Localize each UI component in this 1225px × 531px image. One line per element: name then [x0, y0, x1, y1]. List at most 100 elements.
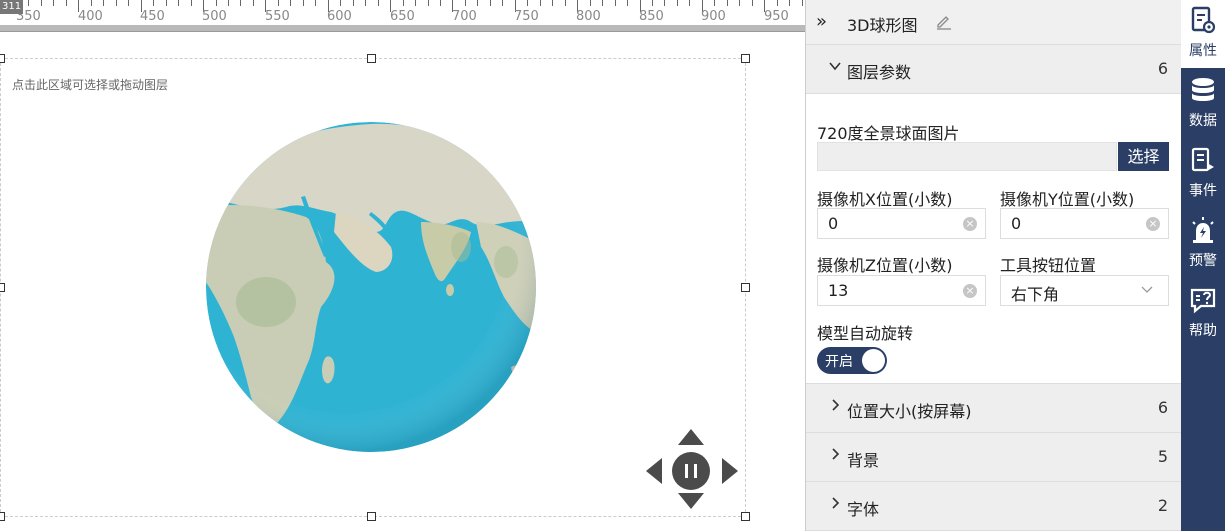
section-label: 位置大小(按屏幕) — [847, 402, 972, 421]
section-label: 图层参数 — [847, 63, 912, 82]
layer-params-body: 720度全景球面图片 选择 摄像机X位置(小数) 0 × 摄像机Y位置(小数) … — [806, 94, 1181, 384]
tool-position-value: 右下角 — [1011, 285, 1060, 304]
ruler-tick — [602, 0, 603, 6]
design-canvas[interactable]: 350 400 450 500 550 600 650 700 750 800 … — [0, 0, 805, 531]
nav-item-help[interactable]: 帮助 — [1181, 280, 1225, 348]
section-background[interactable]: 背景 5 — [806, 433, 1181, 482]
ruler-tick — [153, 0, 154, 6]
ruler-tick — [315, 0, 316, 6]
resize-handle-top-left[interactable] — [0, 54, 5, 63]
ruler-label: 400 — [78, 9, 103, 24]
ruler-tick — [66, 0, 67, 6]
chevron-down-icon — [1141, 286, 1153, 293]
horizontal-ruler: 350 400 450 500 550 600 650 700 750 800 … — [0, 0, 805, 32]
camera-z-input[interactable]: 13 × — [817, 275, 986, 306]
ruler-tick — [415, 0, 416, 6]
ruler-label: 650 — [390, 9, 415, 24]
alarm-icon — [1192, 217, 1214, 243]
ruler-label: 600 — [327, 9, 352, 24]
clear-icon[interactable]: × — [963, 217, 977, 231]
app-window: 350 400 450 500 550 600 650 700 750 800 … — [0, 0, 1225, 531]
image-select-button[interactable]: 选择 — [1118, 142, 1169, 171]
resize-handle-right[interactable] — [741, 283, 750, 292]
camera-x-value: 0 — [828, 214, 839, 233]
ruler-tick — [253, 0, 254, 6]
auto-rotate-label: 模型自动旋转 — [817, 324, 914, 343]
section-label: 字体 — [847, 500, 880, 519]
camera-x-input[interactable]: 0 × — [817, 208, 986, 239]
resize-handle-top-right[interactable] — [741, 54, 750, 63]
clear-icon[interactable]: × — [963, 284, 977, 298]
pencil-icon[interactable] — [935, 12, 953, 30]
collapse-panel-icon[interactable]: » — [816, 11, 827, 32]
ruler-label: 800 — [576, 9, 601, 24]
chevron-right-icon — [832, 399, 840, 411]
ruler-tick — [689, 0, 690, 6]
canvas-hint-text: 点击此区域可选择或拖动图层 — [12, 78, 169, 92]
image-label: 720度全景球面图片 — [817, 124, 960, 143]
ruler-label: 900 — [701, 9, 726, 24]
earth-globe[interactable] — [206, 122, 536, 452]
nav-item-alarm[interactable]: 预警 — [1181, 210, 1225, 278]
nav-label: 预警 — [1189, 253, 1217, 269]
resize-handle-bottom-right[interactable] — [741, 512, 750, 521]
resize-handle-bottom-left[interactable] — [0, 512, 5, 521]
toggle-knob — [862, 349, 885, 372]
ruler-scroll-bar[interactable] — [0, 25, 805, 31]
section-font[interactable]: 字体 2 — [806, 482, 1181, 531]
nav-item-properties[interactable]: 属性 — [1181, 0, 1225, 68]
pause-icon — [685, 464, 688, 478]
ruler-tick — [440, 0, 441, 6]
nav-label: 属性 — [1189, 43, 1217, 59]
ruler-tick — [739, 0, 740, 6]
ruler-tick — [540, 0, 541, 6]
nav-item-event[interactable]: 事件 — [1181, 140, 1225, 208]
right-arrow-icon[interactable] — [722, 458, 738, 484]
clear-icon[interactable]: × — [1146, 217, 1160, 231]
resize-handle-top[interactable] — [367, 54, 376, 63]
ruler-tick — [378, 0, 379, 6]
section-count: 6 — [1157, 59, 1168, 78]
left-arrow-icon[interactable] — [646, 458, 662, 484]
down-arrow-icon[interactable] — [678, 493, 704, 509]
section-layer-params[interactable]: 图层参数 6 — [806, 45, 1181, 94]
ruler-tick — [166, 0, 167, 6]
ruler-tick — [752, 0, 753, 6]
toggle-label: 开启 — [825, 354, 853, 370]
pause-icon — [694, 464, 697, 478]
ruler-tick — [777, 0, 778, 6]
resize-handle-bottom[interactable] — [367, 512, 376, 521]
pause-button[interactable] — [672, 452, 710, 490]
ruler-label: 500 — [202, 9, 227, 24]
ruler-tick — [502, 0, 503, 6]
ruler-label: 950 — [764, 9, 789, 24]
panel-header: » 3D球形图 — [806, 0, 1181, 45]
ruler-tick — [552, 0, 553, 6]
tool-position-label: 工具按钮位置 — [1000, 256, 1097, 275]
ruler-tick — [303, 0, 304, 6]
up-arrow-icon[interactable] — [678, 429, 704, 445]
ruler-tick — [365, 0, 366, 6]
properties-panel: » 3D球形图 图层参数 6 720度全景球面图片 选择 摄像机X位置(小数) … — [805, 0, 1181, 531]
ruler-label: 700 — [452, 9, 477, 24]
ruler-tick — [477, 0, 478, 6]
resize-handle-left[interactable] — [0, 283, 5, 292]
camera-y-value: 0 — [1011, 214, 1022, 233]
ruler-tick — [178, 0, 179, 6]
nav-label: 数据 — [1189, 113, 1217, 129]
ruler-tick — [789, 0, 790, 6]
ruler-tick — [228, 0, 229, 6]
image-path-input[interactable] — [817, 142, 1117, 171]
camera-y-input[interactable]: 0 × — [1000, 208, 1169, 239]
event-icon — [1191, 147, 1214, 172]
properties-icon — [1191, 6, 1216, 34]
section-count: 2 — [1157, 496, 1168, 515]
nav-item-data[interactable]: 数据 — [1181, 70, 1225, 138]
ruler-tick — [290, 0, 291, 6]
database-icon — [1192, 78, 1214, 101]
section-position-size[interactable]: 位置大小(按屏幕) 6 — [806, 384, 1181, 433]
ruler-label: 450 — [140, 9, 165, 24]
tool-position-select[interactable]: 右下角 — [1000, 275, 1169, 306]
ruler-tick — [28, 0, 29, 6]
auto-rotate-toggle[interactable]: 开启 — [817, 347, 887, 374]
